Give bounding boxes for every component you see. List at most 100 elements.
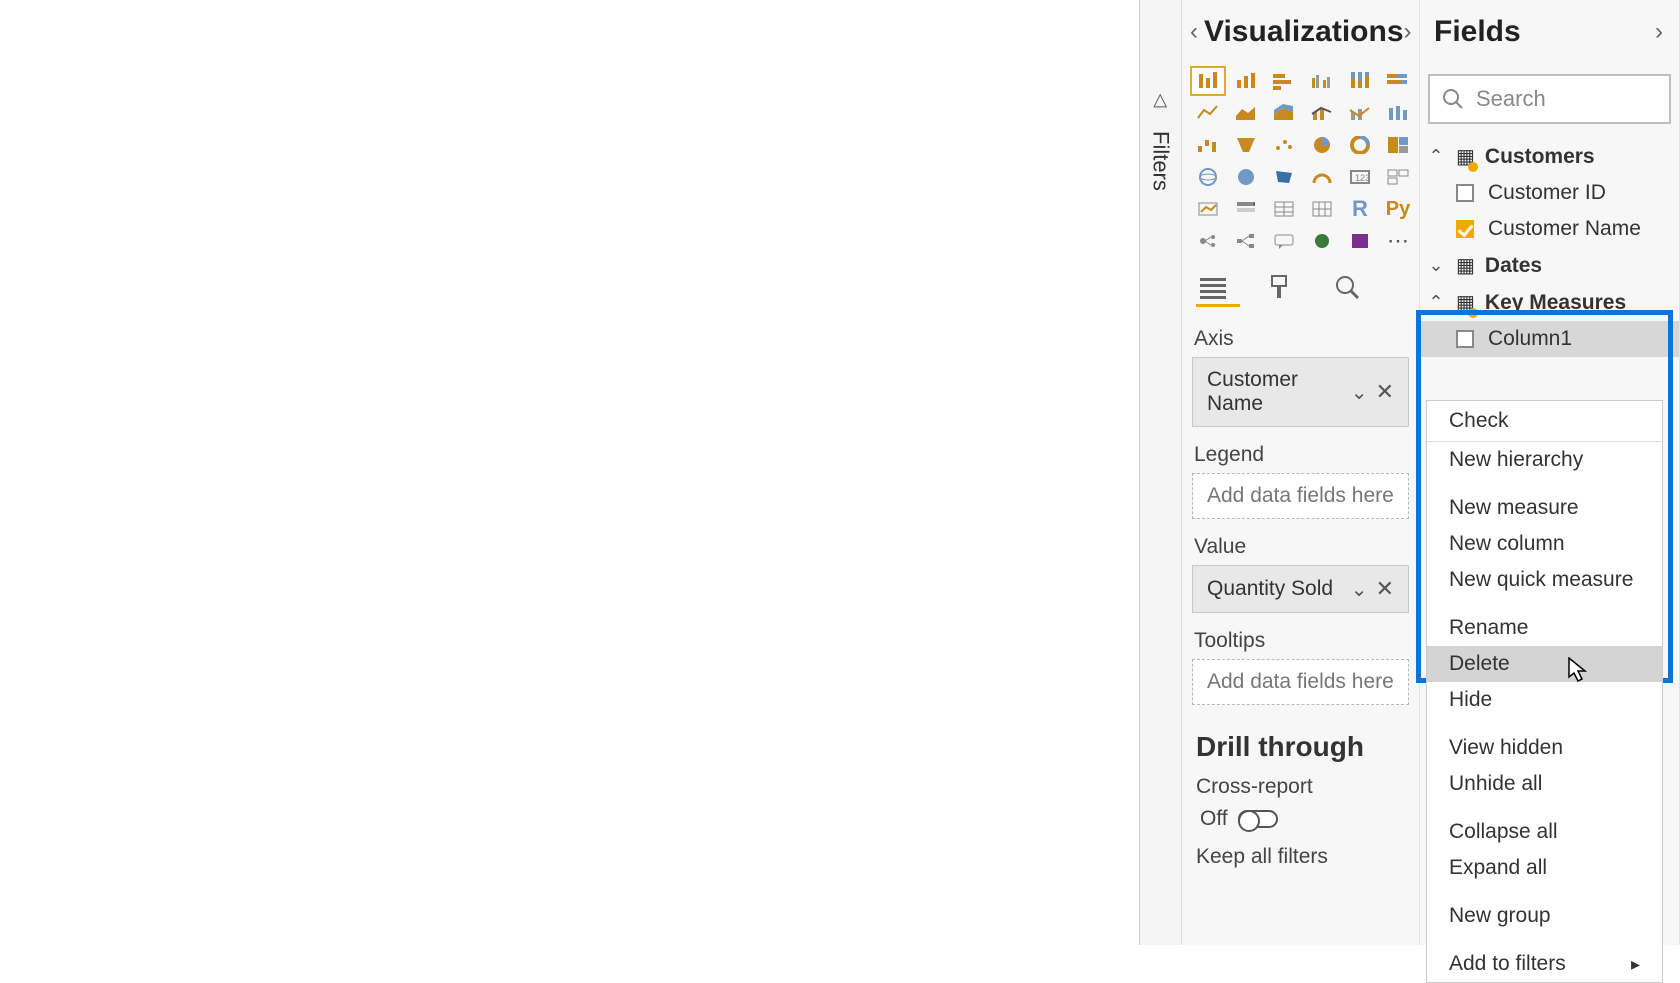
viz-table-icon[interactable] xyxy=(1266,194,1302,224)
collapse-icon[interactable]: ⌃ xyxy=(1426,146,1446,167)
viz-stacked-bar-icon[interactable] xyxy=(1190,66,1226,96)
field-column1[interactable]: Column1 xyxy=(1420,321,1679,357)
collapse-icon[interactable]: ⌃ xyxy=(1426,292,1446,313)
viz-kpi-icon[interactable] xyxy=(1190,194,1226,224)
viz-combo2-icon[interactable] xyxy=(1342,98,1378,128)
fields-search-input[interactable]: Search xyxy=(1428,74,1671,124)
viz-ribbon-icon[interactable] xyxy=(1380,98,1416,128)
fields-pane: Fields › Search ⌃ ▦ Customers Customer I… xyxy=(1420,0,1680,945)
viz-more-icon[interactable]: ⋯ xyxy=(1380,226,1416,256)
axis-field-name: Customer Name xyxy=(1207,368,1351,416)
legend-well[interactable]: Add data fields here xyxy=(1192,473,1409,519)
report-canvas[interactable] xyxy=(0,0,1140,945)
fields-title: Fields xyxy=(1428,15,1647,49)
legend-label: Legend xyxy=(1182,435,1419,471)
value-well[interactable]: Quantity Sold ⌄ ✕ xyxy=(1192,565,1409,613)
menu-collapse-all[interactable]: Collapse all xyxy=(1427,814,1662,850)
menu-unhide-all[interactable]: Unhide all xyxy=(1427,766,1662,802)
table-name: Dates xyxy=(1485,254,1542,278)
viz-py-icon[interactable]: Py xyxy=(1380,194,1416,224)
menu-add-to-filters[interactable]: Add to filters▸ xyxy=(1427,946,1662,982)
menu-rename[interactable]: Rename xyxy=(1427,610,1662,646)
menu-new-hierarchy[interactable]: New hierarchy xyxy=(1427,442,1662,478)
viz-shape-map-icon[interactable] xyxy=(1266,162,1302,192)
viz-arcgis-icon[interactable] xyxy=(1304,226,1340,256)
viz-gauge-icon[interactable] xyxy=(1304,162,1340,192)
keep-all-filters-label: Keep all filters xyxy=(1182,841,1419,873)
fields-collapse-icon[interactable]: › xyxy=(1647,18,1671,46)
remove-field-icon[interactable]: ✕ xyxy=(1376,379,1394,405)
cross-report-toggle[interactable] xyxy=(1238,810,1278,828)
table-customers[interactable]: ⌃ ▦ Customers xyxy=(1420,138,1679,175)
table-name: Customers xyxy=(1485,145,1595,169)
viz-card-icon[interactable]: 123 xyxy=(1342,162,1378,192)
table-key-measures[interactable]: ⌃ ▦ Key Measures xyxy=(1420,284,1679,321)
menu-new-column[interactable]: New column xyxy=(1427,526,1662,562)
viz-slicer-icon[interactable] xyxy=(1228,194,1264,224)
viz-hbar100-icon[interactable] xyxy=(1380,66,1416,96)
field-label: Customer Name xyxy=(1488,217,1641,241)
viz-scatter-icon[interactable] xyxy=(1266,130,1302,160)
axis-well[interactable]: Customer Name ⌄ ✕ xyxy=(1192,357,1409,427)
menu-delete[interactable]: Delete xyxy=(1427,646,1662,682)
viz-column-icon[interactable] xyxy=(1228,66,1264,96)
filters-label: Filters xyxy=(1148,131,1174,191)
value-field-name: Quantity Sold xyxy=(1207,577,1351,601)
tooltips-placeholder: Add data fields here xyxy=(1207,670,1394,694)
viz-funnel-icon[interactable] xyxy=(1228,130,1264,160)
field-customer-name[interactable]: Customer Name xyxy=(1420,211,1679,247)
table-icon: ▦ xyxy=(1456,144,1475,169)
drill-through-title: Drill through xyxy=(1182,713,1419,767)
viz-filled-map-icon[interactable] xyxy=(1228,162,1264,192)
table-name: Key Measures xyxy=(1485,291,1626,315)
menu-hide[interactable]: Hide xyxy=(1427,682,1662,718)
menu-new-quick-measure[interactable]: New quick measure xyxy=(1427,562,1662,598)
checkbox-checked-icon[interactable] xyxy=(1456,220,1474,238)
expand-icon[interactable]: ⌄ xyxy=(1426,255,1446,276)
search-icon xyxy=(1442,88,1464,110)
viz-stacked-area-icon[interactable] xyxy=(1266,98,1302,128)
chevron-down-icon[interactable]: ⌄ xyxy=(1351,380,1368,405)
viz-line-icon[interactable] xyxy=(1190,98,1226,128)
viz-powerapps-icon[interactable] xyxy=(1342,226,1378,256)
filters-expand-icon: ◁ xyxy=(1150,94,1171,108)
viz-donut-icon[interactable] xyxy=(1342,130,1378,160)
table-icon: ▦ xyxy=(1456,253,1475,278)
toggle-off-label: Off xyxy=(1200,807,1228,831)
viz-waterfall-icon[interactable] xyxy=(1190,130,1226,160)
viz-collapse-left-icon[interactable]: ‹ xyxy=(1190,18,1198,46)
viz-qna-icon[interactable] xyxy=(1266,226,1302,256)
viz-matrix-icon[interactable] xyxy=(1304,194,1340,224)
viz-r-icon[interactable]: R xyxy=(1342,194,1378,224)
menu-expand-all[interactable]: Expand all xyxy=(1427,850,1662,886)
checkbox-icon[interactable] xyxy=(1456,330,1474,348)
checkbox-icon[interactable] xyxy=(1456,184,1474,202)
viz-collapse-right-icon[interactable]: › xyxy=(1404,18,1412,46)
viz-hbar-icon[interactable] xyxy=(1266,66,1302,96)
menu-view-hidden[interactable]: View hidden xyxy=(1427,730,1662,766)
viz-stacked100-icon[interactable] xyxy=(1342,66,1378,96)
tooltips-well[interactable]: Add data fields here xyxy=(1192,659,1409,705)
fields-tab-icon[interactable] xyxy=(1196,274,1240,307)
table-dates[interactable]: ⌄ ▦ Dates xyxy=(1420,247,1679,284)
viz-pie-icon[interactable] xyxy=(1304,130,1340,160)
menu-new-measure[interactable]: New measure xyxy=(1427,490,1662,526)
submenu-arrow-icon: ▸ xyxy=(1631,954,1640,975)
field-label: Customer ID xyxy=(1488,181,1606,205)
viz-clustered-icon[interactable] xyxy=(1304,66,1340,96)
field-customer-id[interactable]: Customer ID xyxy=(1420,175,1679,211)
menu-check[interactable]: Check xyxy=(1427,401,1662,442)
analytics-tab-icon[interactable] xyxy=(1332,274,1376,307)
viz-key-influencers-icon[interactable] xyxy=(1190,226,1226,256)
menu-new-group[interactable]: New group xyxy=(1427,898,1662,934)
viz-multi-card-icon[interactable] xyxy=(1380,162,1416,192)
viz-decomposition-icon[interactable] xyxy=(1228,226,1264,256)
remove-field-icon[interactable]: ✕ xyxy=(1376,576,1394,602)
viz-map-icon[interactable] xyxy=(1190,162,1226,192)
chevron-down-icon[interactable]: ⌄ xyxy=(1351,577,1368,602)
viz-treemap-icon[interactable] xyxy=(1380,130,1416,160)
viz-combo-icon[interactable] xyxy=(1304,98,1340,128)
format-tab-icon[interactable] xyxy=(1264,274,1308,307)
viz-area-icon[interactable] xyxy=(1228,98,1264,128)
filters-pane-collapsed[interactable]: ◁ Filters xyxy=(1140,0,1182,945)
